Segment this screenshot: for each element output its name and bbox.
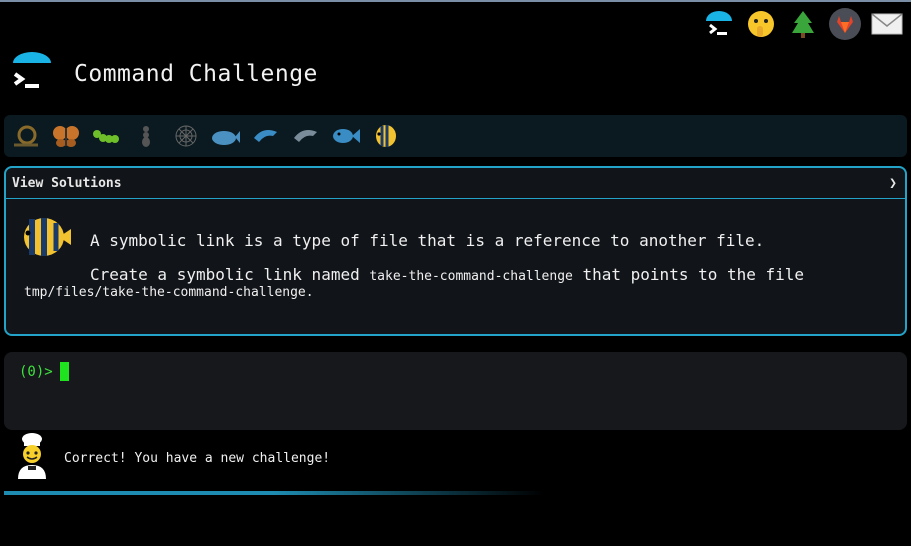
terminal-cursor bbox=[59, 362, 69, 381]
gitlab-icon[interactable] bbox=[829, 8, 861, 40]
ant-icon[interactable] bbox=[130, 120, 162, 152]
dolphin-icon[interactable] bbox=[250, 120, 282, 152]
status-message: Correct! You have a new challenge! bbox=[14, 432, 330, 484]
challenge-intro-text: A symbolic link is a type of file that i… bbox=[90, 231, 765, 250]
target-path-code: tmp/files/take-the-command-challenge. bbox=[24, 285, 314, 300]
terminal-logo-icon[interactable] bbox=[10, 52, 54, 96]
terminal-icon[interactable] bbox=[703, 8, 735, 40]
view-solutions-label: View Solutions bbox=[12, 175, 122, 191]
status-text: Correct! You have a new challenge! bbox=[64, 450, 331, 466]
view-solutions-toggle[interactable]: View Solutions ❯ bbox=[6, 168, 905, 199]
snail-icon[interactable] bbox=[10, 120, 42, 152]
chef-avatar-icon bbox=[14, 432, 50, 484]
tropical-fish-icon bbox=[18, 213, 72, 265]
chevron-right-icon: ❯ bbox=[889, 175, 897, 191]
dolphin-icon[interactable] bbox=[290, 120, 322, 152]
tree-icon[interactable] bbox=[787, 8, 819, 40]
spider-web-icon[interactable] bbox=[170, 120, 202, 152]
terminal-prompt: (0)> bbox=[19, 362, 69, 381]
page-title: Command Challenge bbox=[74, 61, 318, 87]
challenge-task-text: Create a symbolic link named take-the-co… bbox=[90, 265, 804, 284]
prompt-text: (0)> bbox=[19, 363, 53, 380]
progress-loading-bar bbox=[4, 491, 544, 495]
fish-icon[interactable] bbox=[330, 120, 362, 152]
challenge-panel: View Solutions ❯ A symbolic link is a ty… bbox=[4, 166, 907, 336]
face-shushing-icon[interactable] bbox=[745, 8, 777, 40]
caterpillar-icon[interactable] bbox=[90, 120, 122, 152]
tropical-fish-icon[interactable] bbox=[370, 120, 402, 152]
butterfly-icon[interactable] bbox=[50, 120, 82, 152]
link-name-code: take-the-command-challenge bbox=[369, 269, 573, 284]
mail-icon[interactable] bbox=[871, 8, 903, 40]
top-nav bbox=[703, 8, 903, 40]
terminal-input[interactable]: (0)> bbox=[4, 352, 907, 430]
app-header: Command Challenge bbox=[10, 52, 318, 96]
task-suffix: that points to the file bbox=[572, 265, 805, 284]
whale-icon[interactable] bbox=[210, 120, 242, 152]
level-progress bbox=[4, 115, 907, 157]
task-prefix: Create a symbolic link named bbox=[90, 265, 370, 284]
